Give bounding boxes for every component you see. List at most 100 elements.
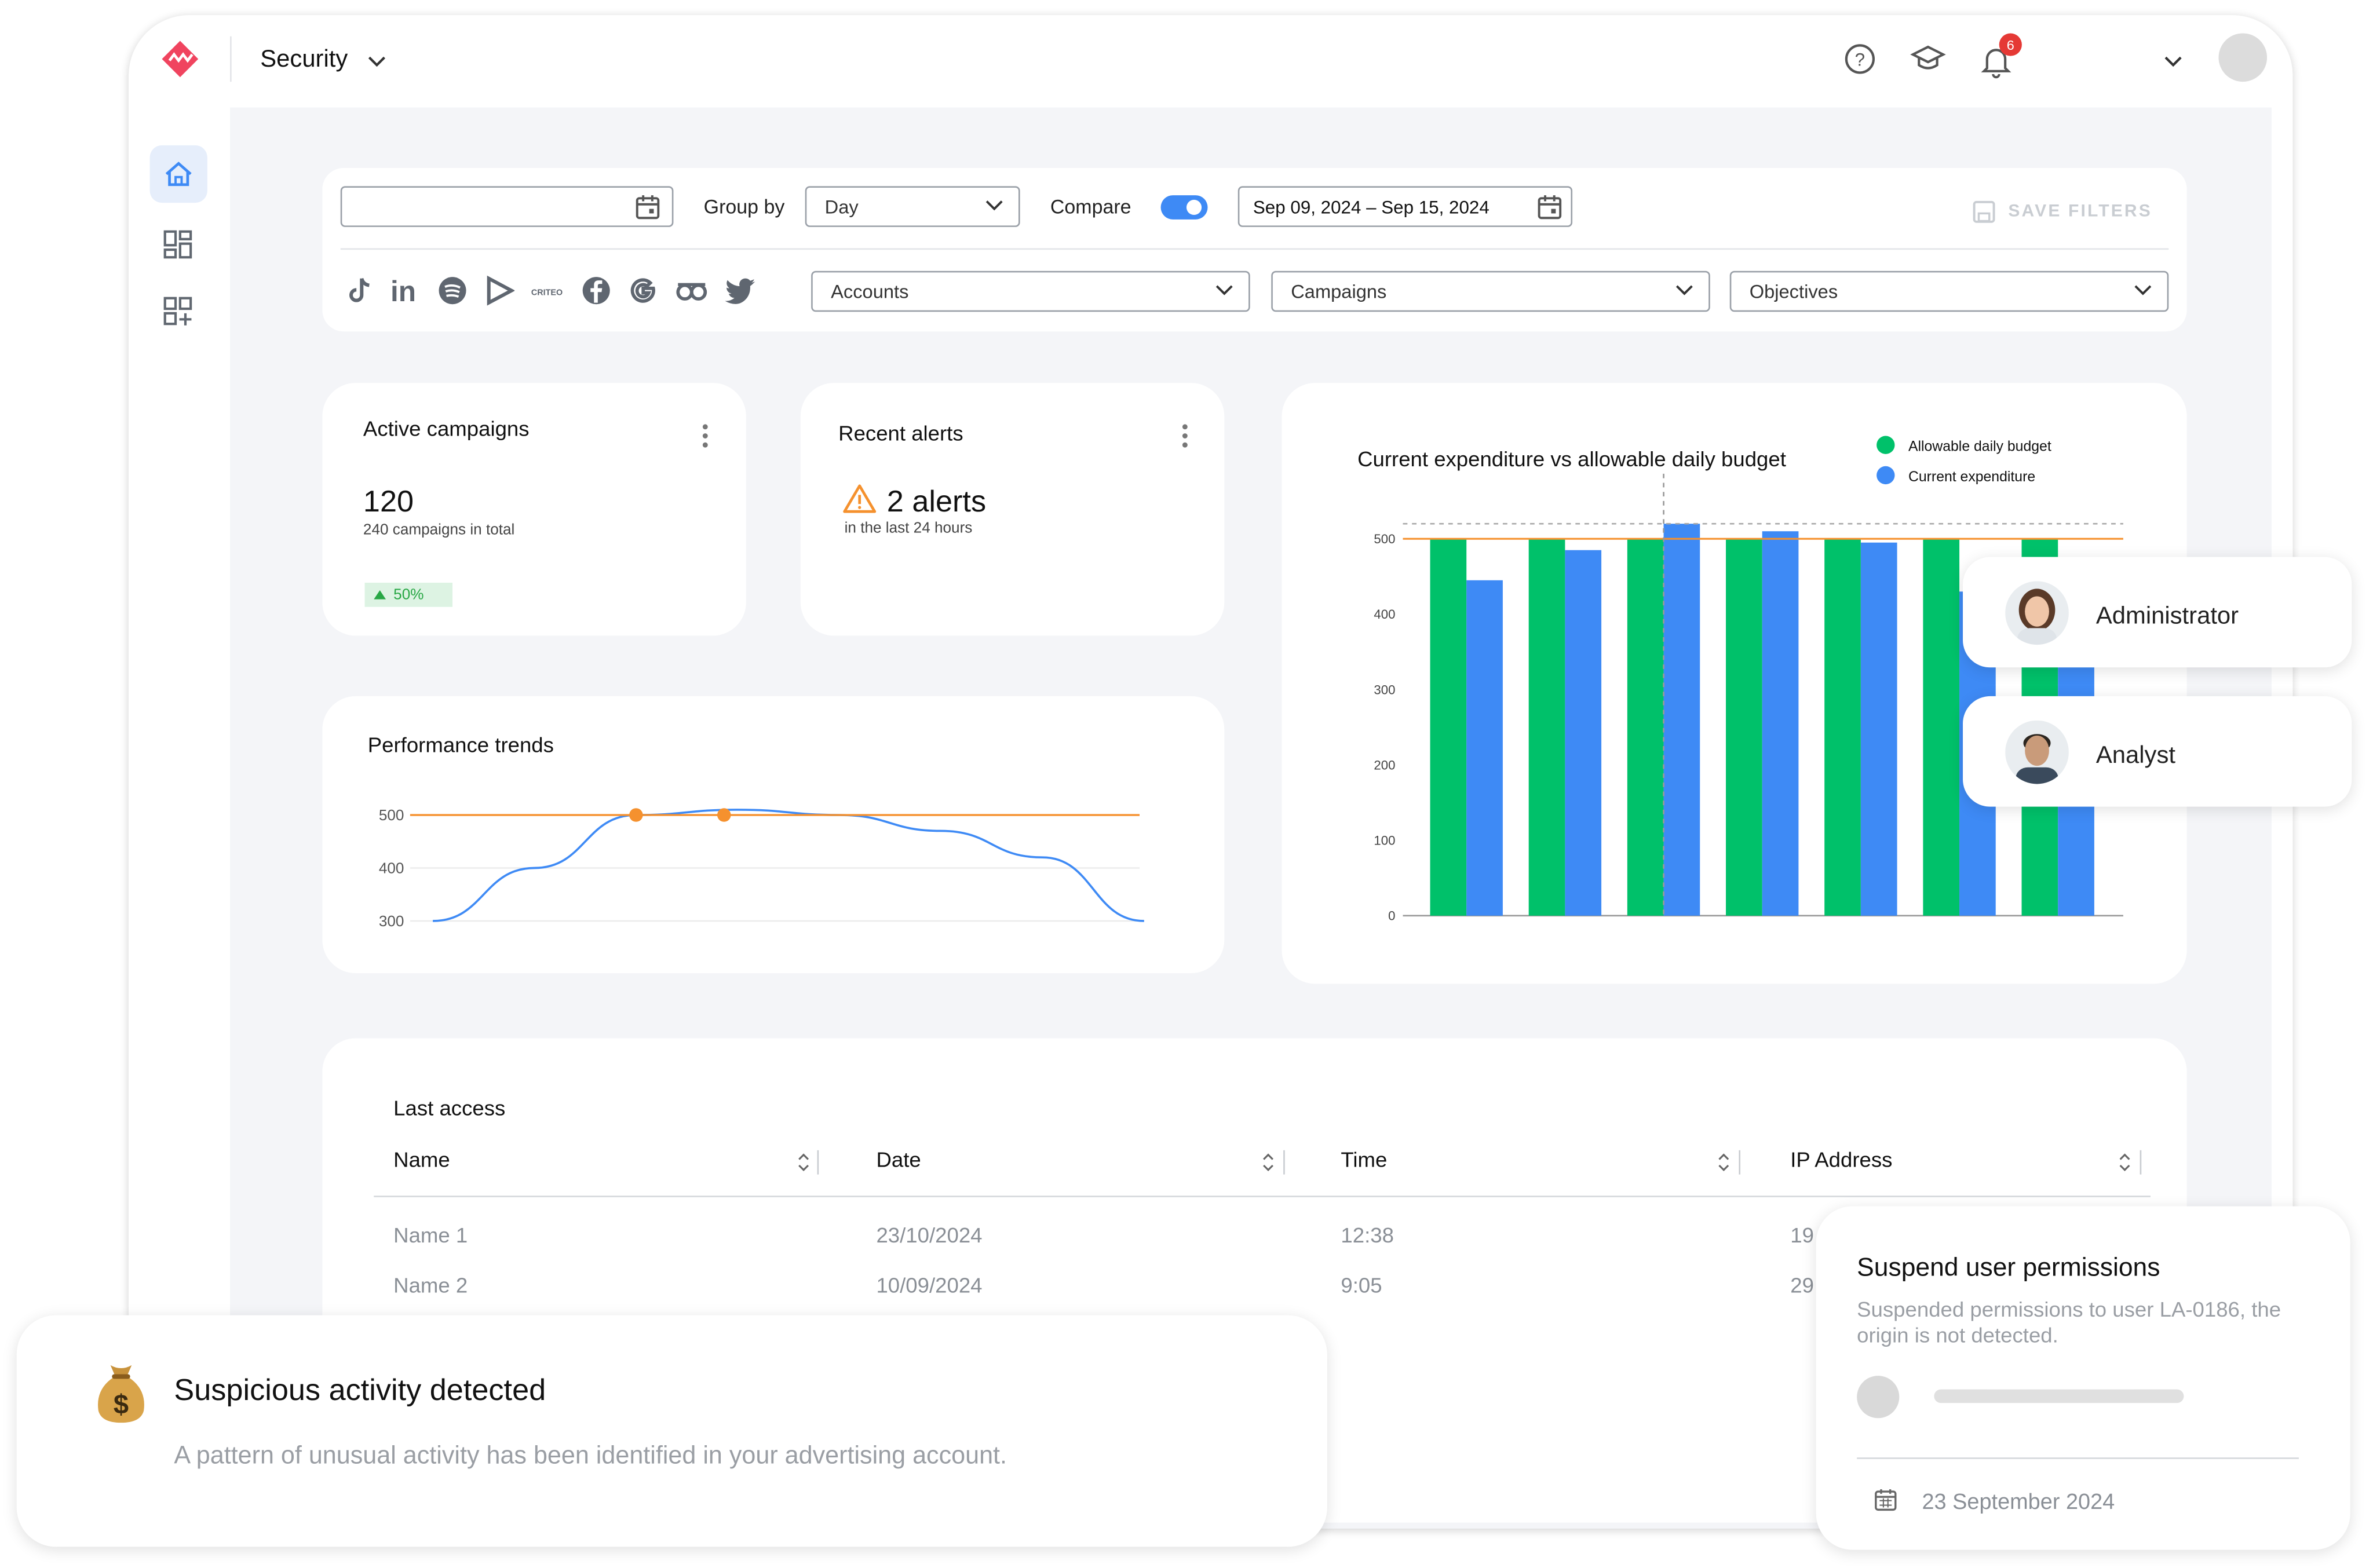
bar-budget[interactable] [1726, 539, 1762, 916]
kpi-subtitle: in the last 24 hours [844, 520, 973, 538]
objectives-select[interactable]: Objectives [1729, 271, 2169, 312]
calendar-icon [1538, 195, 1562, 220]
chevron-down-icon [2134, 285, 2152, 295]
spotify-icon[interactable] [437, 276, 468, 306]
warning-icon [843, 484, 877, 513]
group-by-select[interactable]: Day [805, 186, 1020, 227]
calendar-icon [1875, 1489, 1897, 1511]
academy-button[interactable] [1910, 42, 1947, 83]
y-tick-label: 100 [1374, 834, 1395, 848]
youtube-play-icon[interactable] [484, 275, 515, 306]
suspicious-activity-notification[interactable]: $ Suspicious activity detected A pattern… [16, 1315, 1327, 1547]
bar-budget[interactable] [1430, 539, 1467, 916]
toggle-knob [1186, 199, 1202, 215]
date-range-value: Sep 09, 2024 – Sep 15, 2024 [1253, 196, 1489, 217]
legend-swatch [1877, 466, 1895, 485]
chart-title: Current expenditure vs allowable daily b… [1357, 447, 1786, 471]
help-button[interactable]: ? [1843, 42, 1877, 83]
sidebar-item-dashboards[interactable] [163, 230, 194, 268]
table-divider [374, 1196, 2151, 1197]
facebook-icon[interactable] [581, 276, 611, 306]
y-tick-label: 200 [1374, 758, 1395, 772]
tripadvisor-icon[interactable] [675, 276, 708, 306]
graduation-cap-icon [1910, 45, 1946, 70]
chevron-down-icon [1675, 285, 1693, 295]
table-cell: 23/10/2024 [876, 1223, 983, 1248]
legend-label: Current expenditure [1908, 469, 2035, 485]
kpi-value: 120 [363, 485, 414, 520]
brand-logo[interactable] [160, 39, 200, 79]
sort-icon[interactable] [796, 1150, 811, 1175]
save-filters-button[interactable]: SAVE FILTERS [1972, 200, 2152, 224]
group-by-label: Group by [703, 195, 785, 218]
sidebar-item-home[interactable] [149, 145, 207, 203]
bar-expenditure[interactable] [1466, 580, 1503, 916]
table-title: Last access [393, 1095, 506, 1120]
column-separator[interactable] [2140, 1150, 2142, 1175]
svg-text:$: $ [114, 1388, 129, 1419]
arrow-up-icon [374, 590, 386, 600]
recent-alerts-card: Recent alerts 2 alerts in the last 24 ho… [800, 383, 1225, 636]
twitter-icon[interactable] [725, 276, 758, 306]
objectives-label: Objectives [1749, 280, 1838, 302]
bar-budget[interactable] [1923, 539, 1960, 916]
compare-label: Compare [1050, 195, 1131, 218]
intersection-point[interactable] [629, 808, 643, 822]
sort-icon[interactable] [1261, 1150, 1276, 1175]
search-input[interactable] [340, 186, 674, 227]
card-menu-button[interactable] [1181, 422, 1190, 457]
linkedin-icon[interactable]: in [390, 276, 421, 306]
title-dropdown[interactable] [366, 52, 388, 79]
bar-expenditure[interactable] [1565, 550, 1602, 916]
svg-text:in: in [390, 276, 416, 306]
bar-budget[interactable] [1528, 539, 1565, 916]
sidebar-item-add-widget[interactable] [163, 297, 194, 334]
criteo-icon[interactable]: CRITEO [531, 276, 564, 306]
avatar [2005, 581, 2069, 645]
campaigns-select[interactable]: Campaigns [1271, 271, 1710, 312]
filter-bar: Group by Day Compare Sep 09, 2024 – Sep … [322, 168, 2187, 332]
bar-expenditure[interactable] [1762, 531, 1799, 916]
tiktok-icon[interactable] [346, 276, 374, 306]
accounts-select[interactable]: Accounts [811, 271, 1250, 312]
logo-icon [162, 41, 199, 78]
sort-icon[interactable] [1716, 1150, 1731, 1175]
bar-budget[interactable] [1824, 539, 1861, 916]
compare-toggle[interactable] [1160, 195, 1208, 220]
avatar[interactable] [2218, 33, 2268, 82]
performance-line-chart: 300 400 500 [379, 806, 1144, 930]
money-bag-icon: $ [98, 1365, 144, 1423]
column-separator[interactable] [1283, 1150, 1285, 1175]
intersection-point[interactable] [717, 808, 731, 822]
bar-expenditure[interactable] [1860, 542, 1897, 916]
table-cell: Name 2 [393, 1273, 468, 1297]
calendar-icon [636, 195, 660, 220]
kpi-value: 2 alerts [886, 485, 987, 520]
google-icon[interactable] [628, 276, 658, 306]
role-card-analyst[interactable]: Analyst [1963, 696, 2352, 807]
suspend-permissions-card[interactable]: Suspend user permissions Suspended permi… [1816, 1206, 2350, 1550]
account-menu-toggle[interactable] [2163, 52, 2184, 79]
avatar [2005, 720, 2069, 784]
header-divider [230, 36, 232, 82]
role-card-administrator[interactable]: Administrator [1963, 557, 2352, 668]
column-separator[interactable] [817, 1150, 819, 1175]
bar-budget[interactable] [1627, 539, 1664, 916]
y-tick-label: 300 [1374, 682, 1395, 697]
table-cell: 19 [1790, 1223, 1814, 1248]
card-menu-button[interactable] [700, 422, 710, 457]
sort-icon[interactable] [2117, 1150, 2132, 1175]
card-date: 23 September 2024 [1922, 1490, 2115, 1515]
notification-body: A pattern of unusual activity has been i… [174, 1442, 1007, 1470]
card-divider [1857, 1457, 2299, 1459]
column-header: Date [876, 1147, 921, 1172]
column-separator[interactable] [1739, 1150, 1741, 1175]
y-tick-label: 500 [1374, 532, 1395, 546]
date-range-picker[interactable]: Sep 09, 2024 – Sep 15, 2024 [1237, 186, 1573, 227]
page-title: Security [260, 46, 348, 73]
chevron-down-icon [2164, 56, 2182, 67]
bar-expenditure[interactable] [1663, 524, 1700, 916]
save-icon [1973, 200, 1995, 223]
y-tick-label: 400 [379, 860, 404, 877]
y-tick-label: 300 [379, 912, 404, 930]
